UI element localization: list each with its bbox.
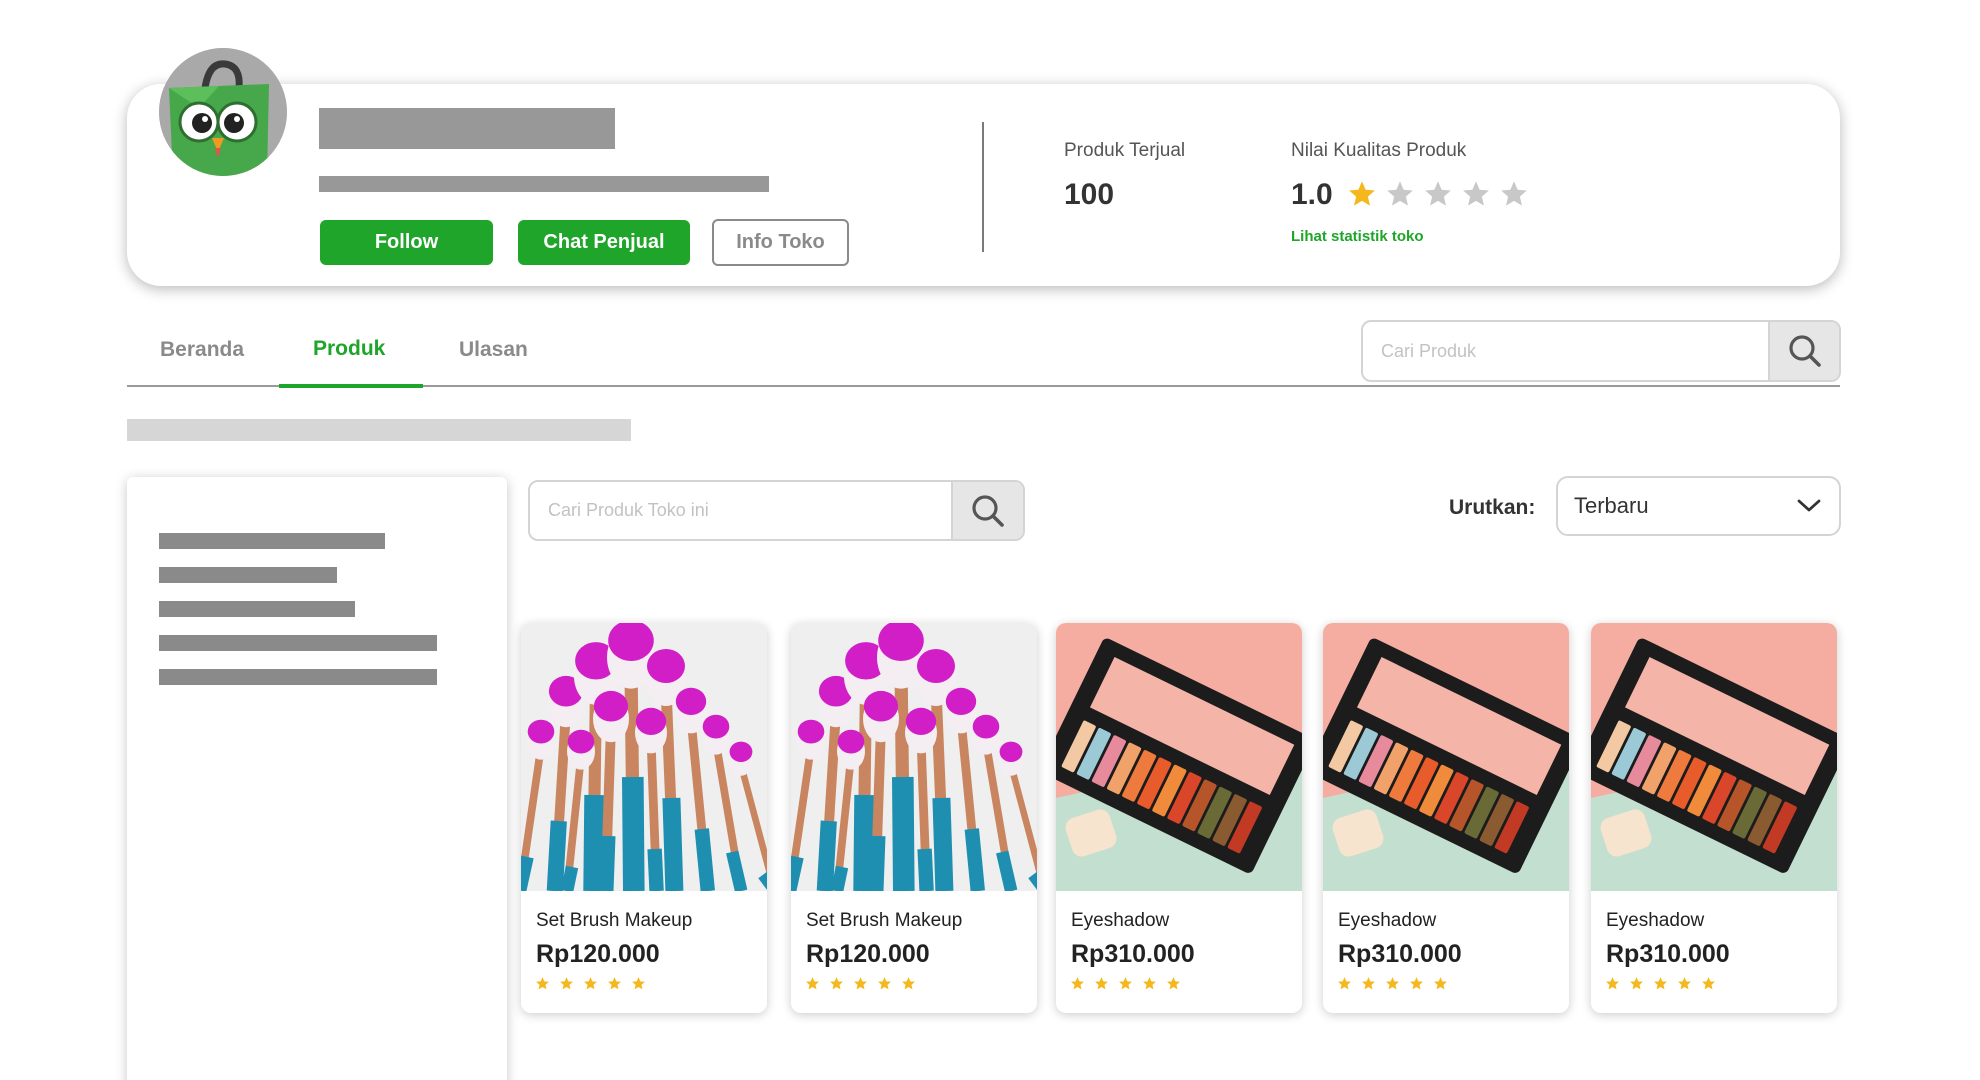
product-rating-stars bbox=[1605, 976, 1716, 996]
makeup-brush-image[interactable] bbox=[521, 623, 767, 891]
eyeshadow-palette-image[interactable] bbox=[1591, 623, 1837, 891]
product-rating-stars bbox=[1337, 976, 1448, 996]
products-sold-value: 100 bbox=[1064, 178, 1115, 211]
star-filled-icon bbox=[1361, 976, 1376, 996]
product-price: Rp120.000 bbox=[536, 940, 660, 968]
product-rating-stars bbox=[535, 976, 646, 996]
star-filled-icon bbox=[1118, 976, 1133, 996]
star-empty-icon bbox=[1461, 179, 1491, 214]
product-name[interactable]: Set Brush Makeup bbox=[536, 910, 692, 932]
shop-name-placeholder bbox=[319, 108, 615, 149]
product-price: Rp310.000 bbox=[1606, 940, 1730, 968]
star-filled-icon bbox=[1701, 976, 1716, 996]
product-rating-stars bbox=[805, 976, 916, 996]
star-filled-icon bbox=[1433, 976, 1448, 996]
category-placeholder[interactable] bbox=[159, 567, 337, 583]
tab-beranda[interactable]: Beranda bbox=[160, 338, 244, 362]
product-rating-stars bbox=[1070, 976, 1181, 996]
category-placeholder[interactable] bbox=[159, 533, 385, 549]
shop-description-placeholder bbox=[319, 176, 769, 192]
product-search-box bbox=[1361, 320, 1841, 382]
quality-rating-value: 1.0 bbox=[1291, 178, 1333, 211]
quality-rating-stars bbox=[1347, 179, 1529, 214]
products-sold-label: Produk Terjual bbox=[1064, 140, 1186, 161]
product-name[interactable]: Eyeshadow bbox=[1338, 910, 1436, 932]
product-card[interactable]: Eyeshadow Rp310.000 bbox=[1591, 623, 1837, 1013]
active-tab-indicator bbox=[279, 384, 423, 388]
star-filled-icon bbox=[1166, 976, 1181, 996]
product-price: Rp120.000 bbox=[806, 940, 930, 968]
eyeshadow-palette-image[interactable] bbox=[1056, 623, 1302, 891]
store-search-input[interactable] bbox=[530, 482, 951, 539]
star-filled-icon bbox=[1629, 976, 1644, 996]
sort-selected-value: Terbaru bbox=[1574, 493, 1649, 518]
star-filled-icon bbox=[1347, 179, 1377, 214]
star-empty-icon bbox=[1499, 179, 1529, 214]
category-placeholder[interactable] bbox=[159, 635, 437, 651]
star-filled-icon bbox=[1385, 976, 1400, 996]
header-divider bbox=[982, 122, 984, 252]
product-card[interactable]: Eyeshadow Rp310.000 bbox=[1056, 623, 1302, 1013]
star-empty-icon bbox=[1385, 179, 1415, 214]
search-icon bbox=[972, 494, 1004, 527]
search-icon bbox=[1788, 335, 1821, 367]
product-search-input[interactable] bbox=[1363, 322, 1768, 380]
category-placeholder[interactable] bbox=[159, 601, 355, 617]
star-filled-icon bbox=[1070, 976, 1085, 996]
shop-stats-link[interactable]: Lihat statistik toko bbox=[1291, 228, 1424, 245]
star-filled-icon bbox=[583, 976, 598, 996]
store-search-box bbox=[528, 480, 1025, 541]
product-price: Rp310.000 bbox=[1071, 940, 1195, 968]
breadcrumb-placeholder bbox=[127, 419, 631, 441]
shop-avatar[interactable] bbox=[159, 48, 287, 176]
product-card[interactable]: Set Brush Makeup Rp120.000 bbox=[521, 623, 767, 1013]
owl-mascot-icon bbox=[159, 48, 287, 176]
product-name[interactable]: Set Brush Makeup bbox=[806, 910, 962, 932]
product-price: Rp310.000 bbox=[1338, 940, 1462, 968]
star-filled-icon bbox=[901, 976, 916, 996]
tab-produk[interactable]: Produk bbox=[313, 337, 385, 361]
star-filled-icon bbox=[1605, 976, 1620, 996]
product-name[interactable]: Eyeshadow bbox=[1606, 910, 1704, 932]
shop-info-button[interactable]: Info Toko bbox=[712, 219, 849, 266]
follow-button[interactable]: Follow bbox=[320, 220, 493, 265]
sort-label: Urutkan: bbox=[1449, 496, 1536, 519]
star-filled-icon bbox=[853, 976, 868, 996]
star-filled-icon bbox=[535, 976, 550, 996]
product-name[interactable]: Eyeshadow bbox=[1071, 910, 1169, 932]
star-filled-icon bbox=[1142, 976, 1157, 996]
sort-dropdown[interactable]: Terbaru bbox=[1556, 476, 1841, 536]
store-search-button[interactable] bbox=[951, 482, 1023, 539]
quality-rating-label: Nilai Kualitas Produk bbox=[1291, 140, 1467, 161]
star-filled-icon bbox=[829, 976, 844, 996]
category-placeholder[interactable] bbox=[159, 669, 437, 685]
star-filled-icon bbox=[877, 976, 892, 996]
makeup-brush-image[interactable] bbox=[791, 623, 1037, 891]
star-filled-icon bbox=[607, 976, 622, 996]
star-filled-icon bbox=[1094, 976, 1109, 996]
star-filled-icon bbox=[1677, 976, 1692, 996]
product-card[interactable]: Set Brush Makeup Rp120.000 bbox=[791, 623, 1037, 1013]
product-search-button[interactable] bbox=[1768, 322, 1839, 380]
product-card[interactable]: Eyeshadow Rp310.000 bbox=[1323, 623, 1569, 1013]
star-filled-icon bbox=[805, 976, 820, 996]
star-filled-icon bbox=[631, 976, 646, 996]
star-filled-icon bbox=[1409, 976, 1424, 996]
star-filled-icon bbox=[559, 976, 574, 996]
eyeshadow-palette-image[interactable] bbox=[1323, 623, 1569, 891]
chevron-down-icon bbox=[1797, 499, 1821, 512]
star-empty-icon bbox=[1423, 179, 1453, 214]
star-filled-icon bbox=[1337, 976, 1352, 996]
tab-ulasan[interactable]: Ulasan bbox=[459, 338, 528, 362]
star-filled-icon bbox=[1653, 976, 1668, 996]
chat-seller-button[interactable]: Chat Penjual bbox=[518, 220, 690, 265]
